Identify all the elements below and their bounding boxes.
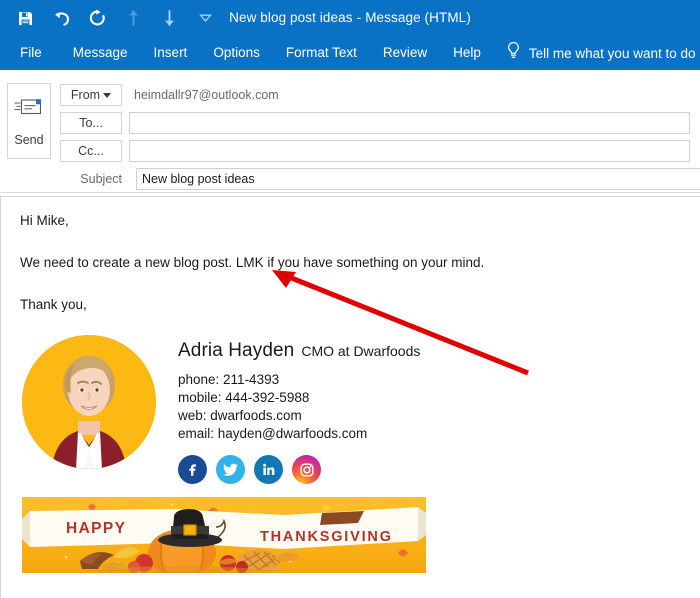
send-button-label: Send	[14, 133, 44, 147]
save-icon[interactable]	[14, 7, 36, 29]
cc-input[interactable]	[129, 140, 690, 162]
body-closing: Thank you,	[20, 297, 87, 312]
tab-format-text[interactable]: Format Text	[273, 36, 370, 70]
signature-mobile: mobile: 444-392-5988	[178, 390, 310, 405]
window-title-subject: New blog post ideas	[229, 10, 353, 25]
social-links	[178, 455, 321, 484]
title-bar: New blog post ideas - Message (HTML)	[0, 0, 700, 36]
tab-help[interactable]: Help	[440, 36, 494, 70]
from-address: heimdallr97@outlook.com	[134, 88, 279, 102]
to-input[interactable]	[129, 112, 690, 134]
instagram-icon[interactable]	[292, 455, 321, 484]
ribbon-tab-bar: File Message Insert Options Format Text …	[0, 36, 700, 70]
tab-review[interactable]: Review	[370, 36, 440, 70]
facebook-icon[interactable]	[178, 455, 207, 484]
body-paragraph: We need to create a new blog post. LMK i…	[20, 255, 485, 270]
to-row: To...	[60, 112, 690, 134]
window-title-suffix: Message (HTML)	[365, 10, 471, 25]
move-up-icon[interactable]	[122, 7, 144, 29]
from-row: From heimdallr97@outlook.com	[60, 84, 279, 106]
tab-options[interactable]: Options	[200, 36, 273, 70]
signature-web: web: dwarfoods.com	[178, 408, 302, 423]
banner-text-left: HAPPY	[66, 520, 126, 537]
to-button[interactable]: To...	[60, 112, 122, 134]
outlook-compose-window: New blog post ideas - Message (HTML) File …	[0, 0, 700, 598]
cc-button-label: Cc...	[78, 144, 104, 158]
redo-icon[interactable]	[86, 7, 108, 29]
tab-file[interactable]: File	[0, 36, 60, 70]
tab-insert[interactable]: Insert	[141, 36, 201, 70]
tell-me-search[interactable]: Tell me what you want to do	[506, 41, 696, 65]
compose-header: Send From heimdallr97@outlook.com To... …	[0, 70, 700, 193]
linkedin-icon[interactable]	[254, 455, 283, 484]
signature-email: email: hayden@dwarfoods.com	[178, 426, 368, 441]
send-button[interactable]: Send	[7, 83, 51, 159]
quick-access-toolbar	[14, 0, 216, 36]
cc-button[interactable]: Cc...	[60, 140, 122, 162]
subject-row: Subject New blog post ideas	[0, 168, 700, 190]
move-down-icon[interactable]	[158, 7, 180, 29]
twitter-icon[interactable]	[216, 455, 245, 484]
cc-row: Cc...	[60, 140, 690, 162]
send-envelope-icon	[13, 95, 45, 124]
avatar	[22, 335, 156, 469]
signature-name-row: Adria Hayden CMO at Dwarfoods	[178, 340, 420, 362]
window-title-separator: -	[356, 10, 362, 25]
body-greeting: Hi Mike,	[20, 213, 69, 228]
subject-input[interactable]: New blog post ideas	[136, 168, 700, 190]
thanksgiving-banner[interactable]: HAPPY THANKSGIVING	[22, 497, 426, 573]
from-button[interactable]: From	[60, 84, 122, 106]
signature-phone: phone: 211-4393	[178, 372, 280, 387]
subject-label: Subject	[80, 172, 122, 186]
lightbulb-icon	[506, 41, 521, 65]
signature-name: Adria Hayden	[178, 340, 295, 361]
header-divider	[0, 192, 700, 193]
customize-chevron-icon[interactable]	[194, 7, 216, 29]
chevron-down-icon	[103, 92, 112, 98]
signature-role: CMO at Dwarfoods	[301, 343, 421, 359]
to-button-label: To...	[79, 116, 103, 130]
tab-message[interactable]: Message	[60, 36, 141, 70]
undo-icon[interactable]	[50, 7, 72, 29]
from-button-label: From	[70, 88, 101, 102]
banner-text-right: THANKSGIVING	[260, 529, 393, 545]
tell-me-label: Tell me what you want to do	[528, 45, 696, 61]
